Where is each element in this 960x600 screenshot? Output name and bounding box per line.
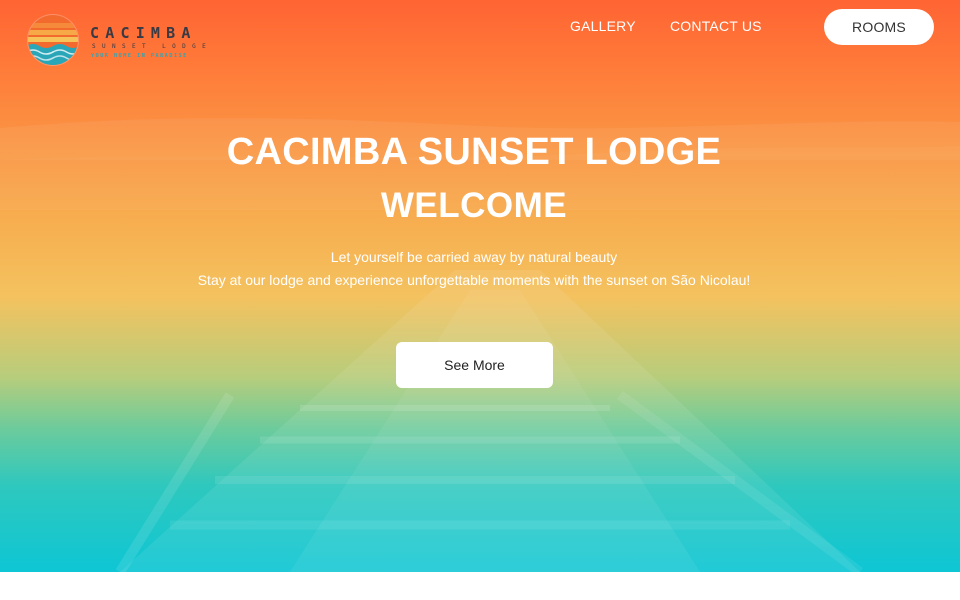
- hero-title: CACIMBA SUNSET LODGE: [226, 131, 722, 173]
- logo-subtitle: SUNSET LODGE: [92, 43, 213, 50]
- nav-contact-link[interactable]: CONTACT US: [670, 18, 762, 34]
- nav-gallery-link[interactable]: GALLERY: [570, 18, 636, 34]
- rooms-button[interactable]: ROOMS: [824, 9, 934, 45]
- hero-description: Stay at our lodge and experience unforge…: [197, 272, 751, 288]
- site-logo[interactable]: CACIMBA SUNSET LODGE YOUR HOME IN PARADI…: [26, 13, 222, 69]
- hero-tagline: Let yourself be carried away by natural …: [330, 249, 618, 265]
- logo-name: CACIMBA: [90, 24, 197, 42]
- page-below-hero: [0, 572, 960, 600]
- see-more-button[interactable]: See More: [396, 342, 553, 388]
- logo-tagline: YOUR HOME IN PARADISE: [91, 53, 188, 59]
- hero-subtitle: WELCOME: [380, 186, 568, 225]
- hero-section: CACIMBA SUNSET LODGE YOUR HOME IN PARADI…: [0, 0, 960, 572]
- sunset-waves-logo-icon: [27, 14, 79, 66]
